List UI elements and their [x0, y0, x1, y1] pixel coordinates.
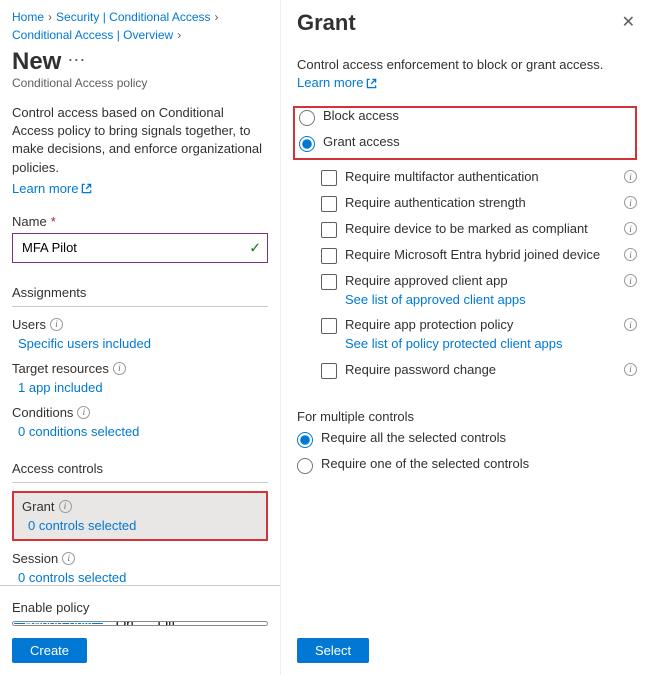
session-link[interactable]: 0 controls selected — [18, 570, 126, 585]
grant-learn-more-link[interactable]: Learn more — [297, 74, 377, 92]
block-access-label: Block access — [323, 108, 399, 123]
checkmark-icon: ✓ — [249, 239, 261, 256]
external-link-icon — [366, 78, 377, 89]
breadcrumb-overview[interactable]: Conditional Access | Overview — [12, 28, 173, 42]
toggle-report-only[interactable]: Report-only — [14, 623, 103, 624]
grant-row-highlight: Grant i 0 controls selected — [12, 491, 268, 541]
grant-label[interactable]: Grant i — [22, 499, 258, 514]
grant-access-label: Grant access — [323, 134, 400, 149]
check-approved-app-label: Require approved client app — [345, 273, 508, 288]
toggle-off[interactable]: Off — [146, 622, 188, 625]
users-label[interactable]: Users i — [12, 317, 268, 332]
require-one-radio[interactable]: Require one of the selected controls — [297, 456, 637, 474]
check-hybrid-joined[interactable]: Require Microsoft Entra hybrid joined de… — [321, 246, 637, 264]
toggle-on[interactable]: On — [104, 622, 146, 625]
check-auth-strength-label: Require authentication strength — [345, 194, 637, 212]
info-icon[interactable]: i — [50, 318, 63, 331]
name-input[interactable] — [14, 235, 266, 261]
select-button[interactable]: Select — [297, 638, 369, 663]
info-icon[interactable]: i — [113, 362, 126, 375]
grant-controls-list: Require multifactor authentication i Req… — [321, 168, 637, 386]
grant-panel-title: Grant — [297, 10, 356, 36]
chevron-right-icon: › — [48, 10, 52, 24]
target-resources-link[interactable]: 1 app included — [18, 380, 103, 395]
session-label[interactable]: Session i — [12, 551, 268, 566]
check-auth-strength[interactable]: Require authentication strength i — [321, 194, 637, 212]
chevron-right-icon: › — [215, 10, 219, 24]
info-icon[interactable]: i — [62, 552, 75, 565]
breadcrumb-security[interactable]: Security | Conditional Access — [56, 10, 211, 24]
require-one-label: Require one of the selected controls — [321, 456, 529, 471]
grant-panel-description: Control access enforcement to block or g… — [297, 56, 637, 92]
access-radio-highlight: Block access Grant access — [293, 106, 637, 160]
chevron-right-icon: › — [177, 28, 181, 42]
check-approved-app[interactable]: Require approved client app See list of … — [321, 272, 637, 308]
access-controls-header: Access controls — [12, 461, 268, 483]
check-compliant-device[interactable]: Require device to be marked as compliant… — [321, 220, 637, 238]
required-asterisk-icon: * — [51, 214, 56, 229]
check-require-mfa-label: Require multifactor authentication — [345, 168, 637, 186]
breadcrumb-home[interactable]: Home — [12, 10, 44, 24]
protection-apps-list-link[interactable]: See list of policy protected client apps — [345, 335, 619, 353]
check-app-protection[interactable]: Require app protection policy See list o… — [321, 316, 637, 352]
info-icon[interactable]: i — [77, 406, 90, 419]
info-icon[interactable]: i — [624, 363, 637, 376]
block-access-radio[interactable]: Block access — [299, 108, 629, 126]
check-app-protection-label: Require app protection policy — [345, 317, 513, 332]
conditions-link[interactable]: 0 conditions selected — [18, 424, 139, 439]
grant-link[interactable]: 0 controls selected — [28, 518, 136, 533]
check-password-change[interactable]: Require password change i — [321, 361, 637, 379]
name-label: Name* — [12, 214, 268, 229]
learn-more-label: Learn more — [12, 181, 78, 196]
learn-more-link[interactable]: Learn more — [12, 181, 268, 196]
enable-policy-label: Enable policy — [12, 600, 268, 615]
check-hybrid-joined-label: Require Microsoft Entra hybrid joined de… — [345, 246, 637, 264]
require-all-label: Require all the selected controls — [321, 430, 506, 445]
main-left-pane: Home › Security | Conditional Access › C… — [0, 0, 280, 675]
check-require-mfa[interactable]: Require multifactor authentication i — [321, 168, 637, 186]
approved-apps-list-link[interactable]: See list of approved client apps — [345, 291, 619, 309]
users-link[interactable]: Specific users included — [18, 336, 151, 351]
page-title: New — [12, 48, 61, 76]
breadcrumb: Home › Security | Conditional Access › C… — [12, 10, 268, 42]
external-link-icon — [81, 183, 92, 194]
close-icon[interactable]: ✕ — [620, 10, 637, 34]
check-password-change-label: Require password change — [345, 361, 637, 379]
assignments-header: Assignments — [12, 285, 268, 307]
conditions-label[interactable]: Conditions i — [12, 405, 268, 420]
create-button[interactable]: Create — [12, 638, 87, 663]
multiple-controls-header: For multiple controls — [297, 409, 637, 424]
require-all-radio[interactable]: Require all the selected controls — [297, 430, 637, 448]
page-description: Control access based on Conditional Acce… — [12, 104, 268, 177]
page-subtitle: Conditional Access policy — [12, 76, 268, 90]
grant-panel: Grant ✕ Control access enforcement to bl… — [280, 0, 653, 675]
grant-access-radio[interactable]: Grant access — [299, 134, 629, 152]
more-actions-icon[interactable]: ⋯ — [67, 51, 85, 73]
target-resources-label[interactable]: Target resources i — [12, 361, 268, 376]
info-icon[interactable]: i — [59, 500, 72, 513]
check-compliant-device-label: Require device to be marked as compliant — [345, 220, 637, 238]
